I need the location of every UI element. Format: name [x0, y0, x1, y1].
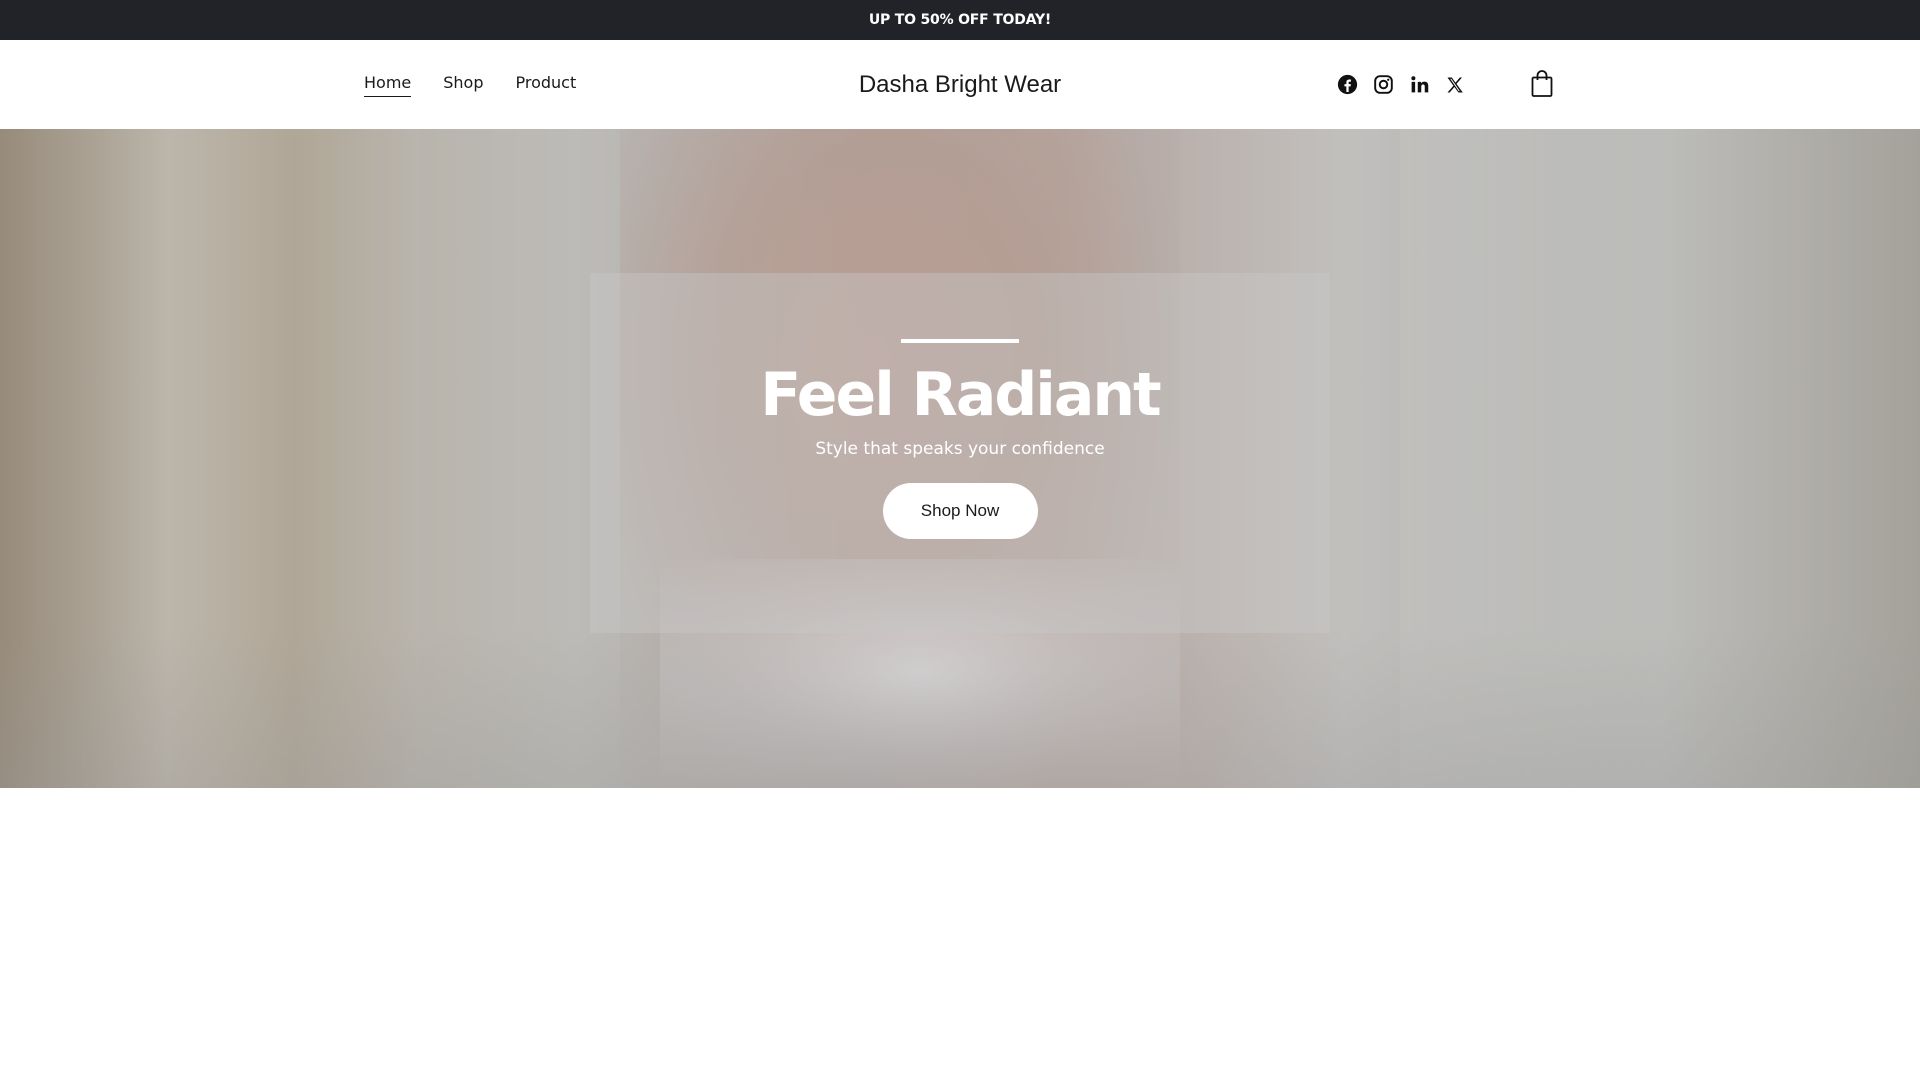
facebook-icon[interactable] — [1336, 74, 1358, 96]
nav-item-shop[interactable]: Shop — [443, 73, 483, 97]
hero-title: Feel Radiant — [760, 360, 1161, 430]
shopping-bag-icon[interactable] — [1530, 70, 1554, 98]
hero-divider — [901, 339, 1019, 343]
instagram-icon[interactable] — [1372, 74, 1394, 96]
brand-name[interactable]: Dasha Bright Wear — [859, 71, 1061, 99]
announcement-bar: UP TO 50% OFF TODAY! — [0, 0, 1920, 40]
hero-banner: Feel Radiant Style that speaks your conf… — [0, 129, 1920, 788]
hero-card: Feel Radiant Style that speaks your conf… — [590, 273, 1330, 633]
linkedin-icon[interactable] — [1408, 74, 1430, 96]
announcement-text: UP TO 50% OFF TODAY! — [868, 12, 1052, 28]
social-links — [1336, 40, 1466, 129]
site-header: Dasha Bright Wear Home Shop Product — [0, 40, 1920, 129]
hero-subtitle: Style that speaks your confidence — [815, 439, 1105, 459]
nav-item-product[interactable]: Product — [516, 73, 577, 97]
main-nav: Home Shop Product — [364, 40, 576, 129]
x-icon[interactable] — [1444, 74, 1466, 96]
shop-now-button[interactable]: Shop Now — [882, 483, 1038, 539]
page-body-empty — [0, 788, 1920, 1080]
nav-item-home[interactable]: Home — [364, 73, 412, 97]
brand-container: Dasha Bright Wear — [0, 40, 1920, 129]
